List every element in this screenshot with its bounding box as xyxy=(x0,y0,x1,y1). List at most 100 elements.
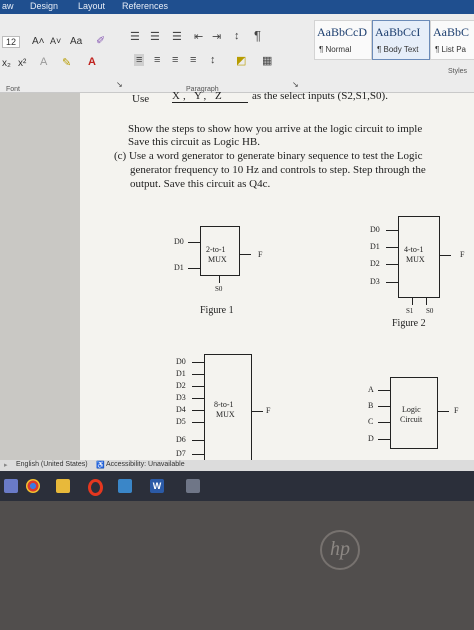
change-case-button[interactable]: Aa xyxy=(70,36,82,47)
pin xyxy=(426,297,427,305)
pin xyxy=(192,374,204,375)
calculator-icon[interactable] xyxy=(186,479,200,493)
style-body-text-name: ¶ Body Text xyxy=(377,45,419,54)
borders-icon[interactable]: ▦ xyxy=(262,54,272,67)
pin xyxy=(239,254,251,255)
style-list-paragraph-sample: AaBbC xyxy=(433,25,469,39)
document-page[interactable]: Use X, Y, Z as the select inputs (S2,S1,… xyxy=(80,90,474,467)
mux-2to1-d0: D0 xyxy=(174,237,184,246)
paragraph-dialog-launcher-icon[interactable]: ↘ xyxy=(292,80,299,89)
tab-draw[interactable]: aw xyxy=(2,0,14,13)
pin xyxy=(192,386,204,387)
style-body-text-sample: AaBbCcI xyxy=(375,25,421,39)
logic-circuit-d: D xyxy=(368,434,374,443)
grow-font-button[interactable]: A˄ xyxy=(32,36,45,47)
highlight-icon[interactable]: ✎ xyxy=(62,56,71,69)
font-dialog-launcher-icon[interactable]: ↘ xyxy=(116,80,123,89)
pin xyxy=(192,440,204,441)
increase-indent-icon[interactable]: ⇥ xyxy=(212,30,221,43)
superscript-button[interactable]: x² xyxy=(18,58,26,69)
mux-4to1-d2: D2 xyxy=(370,259,380,268)
pin xyxy=(378,439,390,440)
mux-2to1-title: 2-to-1 xyxy=(206,245,226,254)
taskbar: W xyxy=(0,471,474,501)
style-list-paragraph-name: ¶ List Pa xyxy=(435,45,466,54)
logic-circuit-a: A xyxy=(368,385,374,394)
text-effects-icon[interactable]: A xyxy=(40,56,47,68)
doc-line-2: Show the steps to show how you arrive at… xyxy=(128,123,423,135)
mux-4to1-s1: S1 xyxy=(406,307,414,315)
mux-8to1-d1: D1 xyxy=(176,369,186,378)
hp-logo: hp xyxy=(320,530,360,570)
shading-icon[interactable]: ◩ xyxy=(236,54,246,67)
subscript-button[interactable]: x₂ xyxy=(2,58,11,69)
pin xyxy=(192,410,204,411)
align-center-icon[interactable]: ≡ xyxy=(154,54,160,66)
pin xyxy=(192,362,204,363)
ribbon-tab-bar: aw Design Layout References xyxy=(0,0,474,14)
align-right-icon[interactable]: ≡ xyxy=(172,54,178,66)
align-left-icon[interactable]: ≡ xyxy=(134,54,145,66)
sort-icon[interactable]: ↕ xyxy=(234,30,240,42)
line-spacing-icon[interactable]: ↕ xyxy=(210,54,216,66)
tab-design[interactable]: Design xyxy=(30,0,58,13)
show-marks-icon[interactable]: ¶ xyxy=(254,28,261,43)
pin xyxy=(412,297,413,305)
language-indicator[interactable]: English (United States) xyxy=(16,461,88,468)
style-list-paragraph[interactable]: AaBbC ¶ List Pa xyxy=(430,20,474,60)
font-color-icon[interactable]: A xyxy=(88,56,96,68)
doc-select-vars: X, Y, Z xyxy=(172,90,248,103)
doc-line-4: (c) Use a word generator to generate bin… xyxy=(114,150,423,162)
pin xyxy=(386,230,398,231)
mux-8to1-d0: D0 xyxy=(176,357,186,366)
start-icon[interactable] xyxy=(4,479,18,493)
mux-4to1-title: 4-to-1 xyxy=(404,245,424,254)
mux-8to1-d5: D5 xyxy=(176,417,186,426)
word-icon[interactable]: W xyxy=(150,479,164,493)
opera-icon[interactable] xyxy=(88,479,103,496)
accessibility-icon[interactable]: ♿ xyxy=(96,461,105,469)
mux-8to1-d6: D6 xyxy=(176,435,186,444)
pin xyxy=(219,275,220,283)
pin xyxy=(192,398,204,399)
multilevel-list-icon[interactable]: ☰ xyxy=(172,30,182,43)
logic-circuit-out: F xyxy=(454,406,459,415)
style-body-text[interactable]: AaBbCcI ¶ Body Text xyxy=(372,20,430,60)
shrink-font-button[interactable]: A˅ xyxy=(50,36,61,46)
pin xyxy=(386,264,398,265)
logic-circuit-c: C xyxy=(368,417,374,426)
font-group-label: Font xyxy=(6,86,21,93)
justify-icon[interactable]: ≡ xyxy=(190,54,196,66)
pin xyxy=(378,422,390,423)
mux-8to1-d4: D4 xyxy=(176,405,186,414)
pin xyxy=(192,422,204,423)
mux-8to1-d7: D7 xyxy=(176,449,186,458)
mux-4to1-out: F xyxy=(460,250,465,259)
tab-references[interactable]: References xyxy=(122,0,168,13)
clear-formatting-icon[interactable]: ✐ xyxy=(96,34,105,47)
font-size-select[interactable]: 12 xyxy=(2,36,21,48)
logic-circuit-title: Logic xyxy=(402,405,421,414)
chrome-icon[interactable] xyxy=(26,479,40,493)
photos-icon[interactable] xyxy=(118,479,132,493)
pin xyxy=(188,242,200,243)
bullets-icon[interactable]: ☰ xyxy=(130,30,140,43)
pin xyxy=(188,268,200,269)
status-bar: ▸ English (United States) ♿ Accessibilit… xyxy=(0,460,474,471)
tab-layout[interactable]: Layout xyxy=(78,0,105,13)
logic-circuit-b: B xyxy=(368,401,374,410)
style-normal[interactable]: AaBbCcD ¶ Normal xyxy=(314,20,372,60)
mux-2to1-sel: S0 xyxy=(215,285,223,293)
accessibility-status[interactable]: Accessibility: Unavailable xyxy=(106,461,185,468)
mux-4to1-d1: D1 xyxy=(370,242,380,251)
mux-8to1-d2: D2 xyxy=(176,381,186,390)
mux-8to1-out: F xyxy=(266,406,271,415)
file-explorer-icon[interactable] xyxy=(56,479,70,493)
mux-2to1-d1: D1 xyxy=(174,263,184,272)
style-normal-name: ¶ Normal xyxy=(319,45,352,54)
proofing-icon[interactable]: ▸ xyxy=(4,461,8,469)
mux-2to1-out: F xyxy=(258,250,263,259)
decrease-indent-icon[interactable]: ⇤ xyxy=(194,30,203,43)
numbering-icon[interactable]: ☰ xyxy=(150,30,160,43)
pin xyxy=(251,411,263,412)
